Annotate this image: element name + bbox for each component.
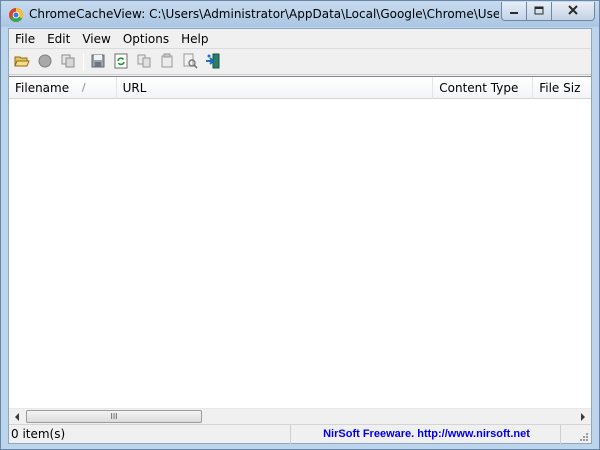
client-area: File Edit View Options Help Filename / U… xyxy=(8,28,592,444)
column-content-type-label: Content Type xyxy=(439,81,519,95)
open-folder-icon xyxy=(14,53,30,72)
minimize-button[interactable] xyxy=(501,2,527,21)
column-content-type[interactable]: Content Type xyxy=(433,77,534,99)
grip-icon: III xyxy=(110,411,118,421)
refresh-button[interactable] xyxy=(111,52,131,72)
menu-options[interactable]: Options xyxy=(117,30,175,48)
column-file-size-label: File Siz xyxy=(539,81,581,95)
menu-bar: File Edit View Options Help xyxy=(9,29,591,49)
copy-icon xyxy=(136,53,152,72)
status-bar: 0 item(s) NirSoft Freeware. http://www.n… xyxy=(9,424,591,444)
chrome-cache-icon[interactable] xyxy=(8,7,24,23)
window-path: C:\Users\Administrator\AppData\Local\Goo… xyxy=(149,7,499,21)
title-bar[interactable]: ChromeCacheView: C:\Users\Administrator\… xyxy=(1,1,599,28)
scroll-right-button[interactable] xyxy=(575,409,591,423)
column-file-size[interactable]: File Siz xyxy=(533,77,591,99)
properties-icon xyxy=(159,53,175,72)
save-icon xyxy=(90,53,106,72)
close-icon xyxy=(568,4,578,18)
save-button[interactable] xyxy=(88,52,108,72)
nirsoft-link[interactable]: NirSoft Freeware. http://www.nirsoft.net xyxy=(291,425,561,444)
find-icon xyxy=(182,53,198,72)
column-filename-label: Filename xyxy=(15,81,70,95)
exit-icon xyxy=(205,53,221,72)
menu-help[interactable]: Help xyxy=(175,30,214,48)
maximize-button[interactable] xyxy=(527,2,552,21)
close-button[interactable] xyxy=(552,2,595,21)
stop-button[interactable] xyxy=(35,52,55,72)
list-body[interactable] xyxy=(9,100,591,408)
open-folder-button[interactable] xyxy=(12,52,32,72)
copy-files-icon xyxy=(60,53,76,72)
window-app-name: ChromeCacheView: xyxy=(29,7,146,21)
column-url-label: URL xyxy=(122,81,147,95)
scroll-left-button[interactable] xyxy=(9,409,25,423)
resize-grip[interactable] xyxy=(561,425,591,444)
app-window: ChromeCacheView: C:\Users\Administrator\… xyxy=(0,0,600,450)
menu-file[interactable]: File xyxy=(9,30,41,48)
cache-list[interactable]: Filename / URL Content Type File Siz III xyxy=(9,76,591,423)
column-url[interactable]: URL xyxy=(117,77,434,99)
stop-icon xyxy=(37,53,53,72)
window-title: ChromeCacheView: C:\Users\Administrator\… xyxy=(29,7,499,23)
copy-button[interactable] xyxy=(134,52,154,72)
find-button[interactable] xyxy=(180,52,200,72)
maximize-icon xyxy=(534,4,544,18)
menu-edit[interactable]: Edit xyxy=(41,30,76,48)
properties-button[interactable] xyxy=(157,52,177,72)
arrow-left-icon xyxy=(14,410,20,424)
caption-buttons xyxy=(501,2,595,21)
column-filename[interactable]: Filename / xyxy=(9,77,117,99)
sort-indicator: / xyxy=(81,81,86,94)
copy-files-button[interactable] xyxy=(58,52,78,72)
refresh-icon xyxy=(113,53,129,72)
toolbar-separator xyxy=(83,53,84,71)
toolbar xyxy=(9,50,591,75)
arrow-right-icon xyxy=(580,410,586,424)
scroll-thumb[interactable]: III xyxy=(26,410,202,423)
horizontal-scrollbar[interactable]: III xyxy=(9,408,591,423)
list-header: Filename / URL Content Type File Siz xyxy=(9,77,591,99)
minimize-icon xyxy=(509,4,519,18)
menu-view[interactable]: View xyxy=(76,30,116,48)
exit-button[interactable] xyxy=(203,52,223,72)
item-count: 0 item(s) xyxy=(9,425,291,444)
